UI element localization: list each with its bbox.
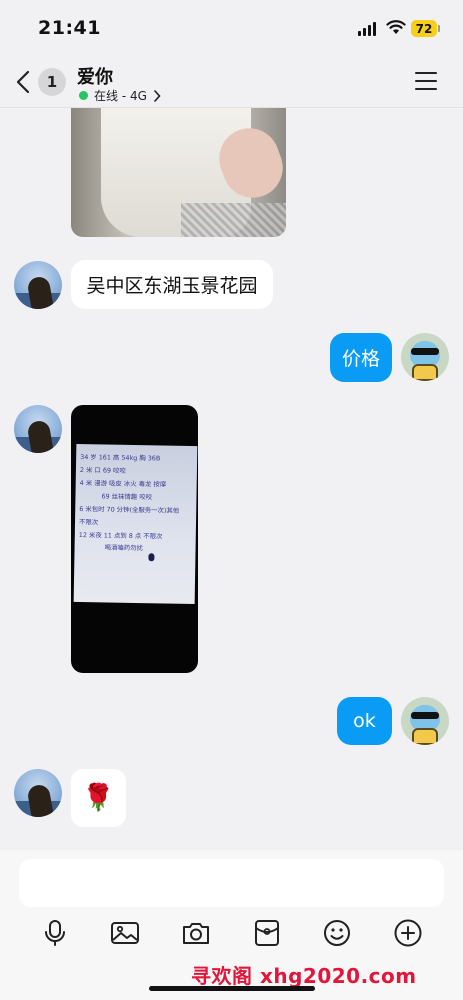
home-indicator[interactable]	[149, 986, 315, 991]
battery-level-badge: 72	[411, 20, 437, 37]
message-text: ok	[353, 710, 376, 732]
red-packet-icon[interactable]	[252, 918, 282, 948]
menu-line: 34 岁 161 高 54kg 胸 36B	[80, 453, 161, 463]
message-text: 吴中区东湖玉景花园	[86, 275, 258, 297]
contact-name: 爱你	[77, 67, 113, 88]
plus-icon[interactable]	[393, 918, 423, 948]
watermark-text: 寻欢阁 xhg2020.com	[191, 964, 417, 988]
contact-avatar[interactable]	[14, 405, 62, 453]
menu-line: 2 米 口 69 咬咬	[79, 466, 126, 475]
menu-line: 6 米包时 70 分钟(全服务一次)其他	[79, 505, 180, 515]
photo-lace-shape	[181, 203, 286, 237]
my-avatar[interactable]	[401, 333, 449, 381]
unread-count-badge[interactable]: 1	[38, 68, 66, 96]
status-bar: 21:41 72	[0, 0, 463, 58]
camera-icon[interactable]	[181, 918, 211, 948]
outgoing-message-bubble[interactable]: 价格	[330, 333, 392, 382]
message-text: 价格	[341, 348, 380, 370]
ink-dot	[148, 553, 155, 562]
image-message-photo[interactable]	[71, 108, 286, 237]
wifi-icon	[386, 20, 406, 34]
message-list[interactable]: 吴中区东湖玉景花园 价格 34 岁 161 高 54kg 胸 36B 2 米 口…	[0, 108, 463, 850]
image-message-menu[interactable]: 34 岁 161 高 54kg 胸 36B 2 米 口 69 咬咬 4 米 漫游…	[71, 405, 198, 673]
incoming-emoji-bubble[interactable]: 🌹	[71, 769, 126, 827]
rose-emoji: 🌹	[82, 783, 115, 813]
message-input[interactable]	[19, 859, 444, 907]
menu-icon[interactable]	[415, 72, 437, 90]
back-chevron-icon[interactable]	[14, 70, 34, 94]
menu-line: 不限次	[78, 518, 99, 527]
outgoing-message-bubble[interactable]: ok	[337, 697, 392, 745]
contact-avatar[interactable]	[14, 261, 62, 309]
incoming-message-bubble[interactable]: 吴中区东湖玉景花园	[71, 260, 273, 309]
chat-header: 1 爱你 在线 - 4G	[0, 58, 463, 108]
chevron-right-icon	[154, 89, 161, 102]
menu-line: 69 丝袜情趣 咬咬	[101, 492, 153, 502]
menu-line: 4 米 漫游 吸皮 冰火 毒龙 按摩	[79, 479, 167, 489]
online-dot-icon	[79, 91, 88, 100]
my-avatar[interactable]	[401, 697, 449, 745]
online-status-text: 在线 - 4G	[94, 89, 147, 103]
photo-paper: 34 岁 161 高 54kg 胸 36B 2 米 口 69 咬咬 4 米 漫游…	[73, 443, 198, 605]
image-icon[interactable]	[110, 918, 140, 948]
cellular-signal-icon	[358, 22, 378, 36]
online-status[interactable]: 在线 - 4G	[79, 87, 161, 104]
emoji-icon[interactable]	[322, 918, 352, 948]
menu-line: 喝酒嗑药勿扰	[104, 543, 143, 553]
status-time: 21:41	[38, 17, 101, 39]
menu-line: 12 米夜 11 点到 8 点 不限次	[78, 531, 163, 541]
microphone-icon[interactable]	[40, 918, 70, 948]
battery-nub	[438, 25, 440, 32]
contact-avatar[interactable]	[14, 769, 62, 817]
